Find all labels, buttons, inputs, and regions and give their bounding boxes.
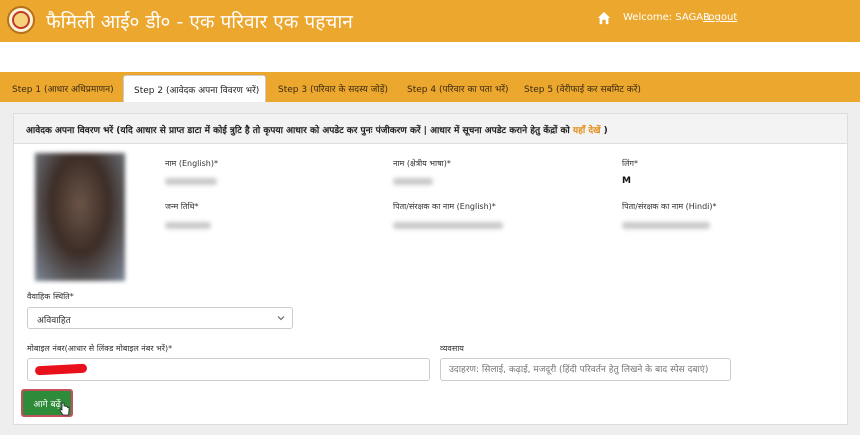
tab-step-1[interactable]: Step 1 (आधार अधिप्रमाणन) xyxy=(2,75,120,102)
guardian-english-label: पिता/संरक्षक का नाम (English)* xyxy=(393,202,496,211)
tab-step-2[interactable]: Step 2 (आवेदक अपना विवरण भरें) xyxy=(123,75,266,102)
occupation-label: व्यवसाय xyxy=(440,344,464,353)
panel-heading: आवेदक अपना विवरण भरें (यदि आधार से प्राप… xyxy=(14,114,847,144)
mobile-label: मोबाइल नंबर(आधार से लिंक्ड मोबाइल नंबर भ… xyxy=(27,344,173,353)
name-regional-label: नाम (क्षेत्रीय भाषा)* xyxy=(393,159,451,168)
here-link[interactable]: यहाँ देखें xyxy=(573,126,601,136)
applicant-photo xyxy=(35,153,125,281)
marital-status-value: अविवाहित xyxy=(37,316,71,326)
app-title: फैमिली आई० डी० - एक परिवार एक पहचान xyxy=(46,11,353,33)
gender-label: लिंग* xyxy=(622,159,638,168)
dob-label: जन्म तिथि* xyxy=(165,202,199,211)
guardian-hindi-label: पिता/संरक्षक का नाम (Hindi)* xyxy=(622,202,717,211)
tab-step-3[interactable]: Step 3 (परिवार के सदस्य जोड़ें) xyxy=(268,75,394,102)
home-icon[interactable] xyxy=(597,11,611,25)
tab-step-5[interactable]: Step 5 (वेरीफाई कर सबमिट करें) xyxy=(514,75,654,102)
marital-status-select[interactable]: अविवाहित xyxy=(27,307,293,329)
hand-pointer-icon xyxy=(59,402,70,416)
name-english-value xyxy=(165,178,217,185)
up-emblem-logo xyxy=(7,6,35,34)
gender-value: M xyxy=(622,176,631,186)
guardian-english-value xyxy=(393,222,503,229)
tab-step-4[interactable]: Step 4 (परिवार का पता भरें) xyxy=(397,75,512,102)
name-english-label: नाम (English)* xyxy=(165,159,218,168)
mobile-input[interactable] xyxy=(27,358,430,381)
header-strip xyxy=(0,42,860,72)
welcome-text: Welcome: SAGAR xyxy=(623,12,711,23)
occupation-input[interactable] xyxy=(440,358,731,381)
step-tabs: Step 1 (आधार अधिप्रमाणन) Step 2 (आवेदक अ… xyxy=(0,72,860,102)
dob-value xyxy=(165,222,211,229)
name-regional-value xyxy=(393,178,433,185)
logout-link[interactable]: Logout xyxy=(703,12,737,23)
app-header: फैमिली आई० डी० - एक परिवार एक पहचान Welc… xyxy=(0,0,860,42)
guardian-hindi-value xyxy=(622,222,710,229)
marital-status-label: वैवाहिक स्थिति* xyxy=(27,292,74,301)
chevron-down-icon xyxy=(277,316,285,321)
